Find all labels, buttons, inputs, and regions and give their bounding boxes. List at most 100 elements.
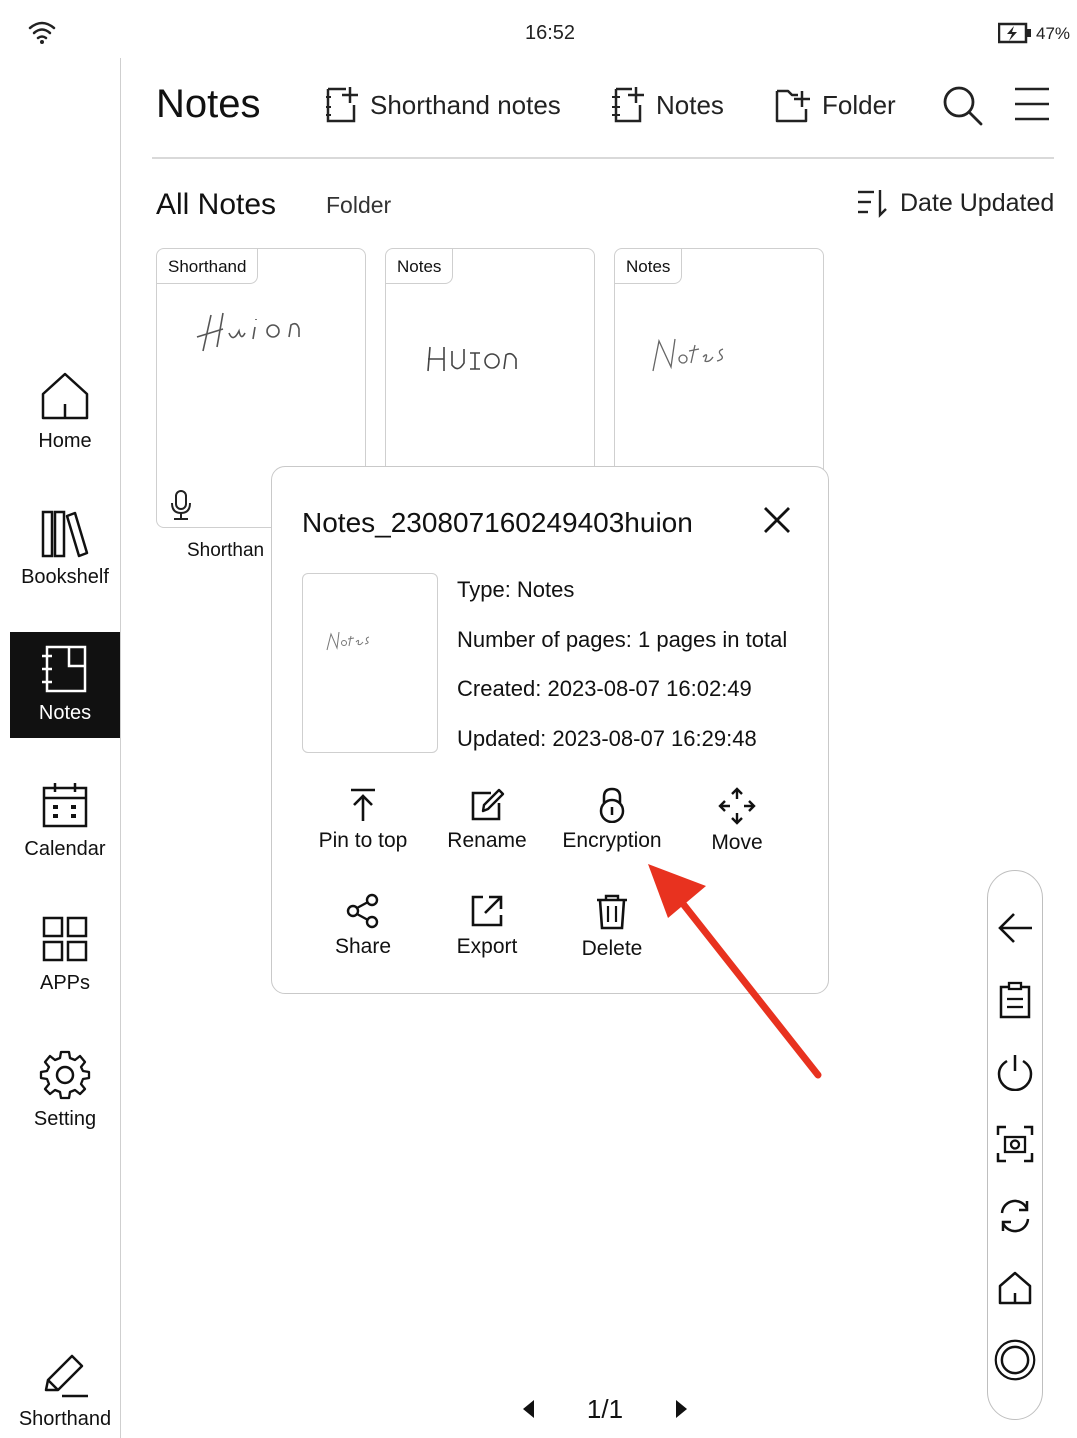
sidebar-item-shorthand[interactable]: Shorthand <box>10 1350 120 1431</box>
back-button[interactable] <box>994 907 1036 949</box>
sidebar-item-apps[interactable]: APPs <box>10 914 120 995</box>
header-divider <box>152 157 1054 159</box>
rename-icon <box>471 788 505 821</box>
new-notes-button[interactable]: Notes <box>610 80 724 130</box>
sidebar: Home Bookshelf Notes Calendar APPs Setti… <box>10 58 121 1438</box>
sidebar-item-label: Setting <box>33 1108 97 1130</box>
clock: 16:52 <box>524 22 576 44</box>
page-indicator: 1/1 <box>586 1394 624 1424</box>
clipboard-button[interactable] <box>994 979 1036 1021</box>
power-icon <box>997 1055 1033 1091</box>
sidebar-item-label: Shorthand <box>18 1408 112 1430</box>
battery-icon <box>998 22 1031 44</box>
clipboard-icon <box>999 981 1031 1019</box>
card-type-tag: Notes <box>615 249 683 284</box>
sidebar-item-home[interactable]: Home <box>10 370 120 453</box>
button-label: Shorthand notes <box>370 89 561 120</box>
calendar-icon <box>42 783 88 828</box>
sort-button[interactable]: Date Updated <box>856 188 1054 218</box>
note-thumbnail <box>302 573 438 753</box>
sidebar-item-label: APPs <box>39 972 91 994</box>
new-notes-icon <box>612 87 644 123</box>
notes-icon <box>42 645 87 693</box>
pin-to-top-button[interactable]: Pin to top <box>300 787 426 853</box>
sidebar-item-label: Bookshelf <box>21 566 109 588</box>
refresh-icon <box>1000 1199 1030 1233</box>
wifi-icon <box>28 21 56 44</box>
tab-all-notes[interactable]: All Notes <box>156 188 276 222</box>
sidebar-item-calendar[interactable]: Calendar <box>10 780 120 861</box>
info-type: Type: Notes <box>457 577 575 602</box>
prev-page-icon[interactable] <box>520 1398 536 1420</box>
home-icon <box>998 1271 1032 1305</box>
share-button[interactable]: Share <box>300 893 426 959</box>
apps-icon <box>42 916 88 962</box>
action-label: Share <box>334 935 392 958</box>
move-button[interactable]: Move <box>674 787 800 855</box>
button-label: Folder <box>822 89 896 120</box>
new-folder-icon <box>775 89 810 123</box>
export-icon <box>471 895 503 927</box>
new-folder-button[interactable]: Folder <box>774 80 896 130</box>
home-shortcut-button[interactable] <box>994 1267 1036 1309</box>
rotate-button[interactable] <box>994 1195 1036 1237</box>
handwriting-preview <box>652 338 724 372</box>
annotation-arrow <box>648 864 822 1079</box>
screenshot-icon <box>996 1125 1034 1163</box>
search-icon[interactable] <box>941 84 983 126</box>
status-bar: 16:52 47% <box>0 0 1077 60</box>
rename-button[interactable]: Rename <box>424 787 550 853</box>
back-arrow-icon <box>998 913 1032 943</box>
sidebar-item-setting[interactable]: Setting <box>10 1048 120 1131</box>
sidebar-item-label: Calendar <box>24 838 106 860</box>
floating-toolbar <box>987 870 1043 1420</box>
card-type-tag: Notes <box>386 249 454 284</box>
floating-main-button[interactable] <box>994 1339 1036 1381</box>
info-updated: Updated: 2023-08-07 16:29:48 <box>457 726 757 751</box>
action-label: Delete <box>581 937 643 960</box>
close-icon[interactable] <box>762 505 792 535</box>
button-label: Notes <box>656 89 724 120</box>
microphone-icon <box>171 490 191 520</box>
pagination: 1/1 <box>510 1390 700 1430</box>
new-shorthand-notes-button[interactable]: Shorthand notes <box>324 80 561 130</box>
action-label: Pin to top <box>318 829 408 852</box>
action-label: Move <box>711 831 763 854</box>
export-button[interactable]: Export <box>424 893 550 959</box>
handwriting-preview <box>427 346 517 372</box>
move-icon <box>718 787 756 825</box>
circle-button-icon <box>994 1339 1036 1381</box>
share-icon <box>346 893 379 929</box>
sort-label: Date Updated <box>900 188 1055 217</box>
handwriting-preview <box>326 631 370 651</box>
power-button[interactable] <box>994 1051 1036 1093</box>
tab-folder[interactable]: Folder <box>326 192 391 219</box>
bookshelf-icon <box>41 510 89 558</box>
sidebar-item-label: Home <box>38 430 92 452</box>
gear-icon <box>39 1050 91 1100</box>
home-icon <box>41 372 89 420</box>
pen-icon <box>44 1354 88 1398</box>
card-type-tag: Shorthand <box>157 249 259 284</box>
action-label: Encryption <box>562 829 662 852</box>
lock-icon <box>599 787 625 823</box>
encryption-button[interactable]: Encryption <box>549 787 675 853</box>
sidebar-item-label: Notes <box>38 702 92 724</box>
new-shorthand-icon <box>326 87 358 123</box>
battery-percent: 47% <box>1036 24 1071 43</box>
next-page-icon[interactable] <box>674 1398 690 1420</box>
info-created: Created: 2023-08-07 16:02:49 <box>457 676 752 701</box>
info-pages: Number of pages: 1 pages in total <box>457 627 788 652</box>
trash-icon <box>597 894 627 930</box>
page-title: Notes <box>156 82 261 126</box>
action-label: Export <box>456 935 518 958</box>
menu-icon[interactable] <box>1013 86 1051 122</box>
action-label: Rename <box>447 829 527 852</box>
dialog-title: Notes_230807160249403huion <box>302 507 693 538</box>
sidebar-item-bookshelf[interactable]: Bookshelf <box>10 508 120 589</box>
card-title: Shorthan <box>187 540 265 561</box>
screenshot-button[interactable] <box>994 1123 1036 1165</box>
handwriting-preview <box>196 312 300 352</box>
sidebar-item-notes[interactable]: Notes <box>10 632 120 738</box>
pin-top-icon <box>351 788 375 821</box>
